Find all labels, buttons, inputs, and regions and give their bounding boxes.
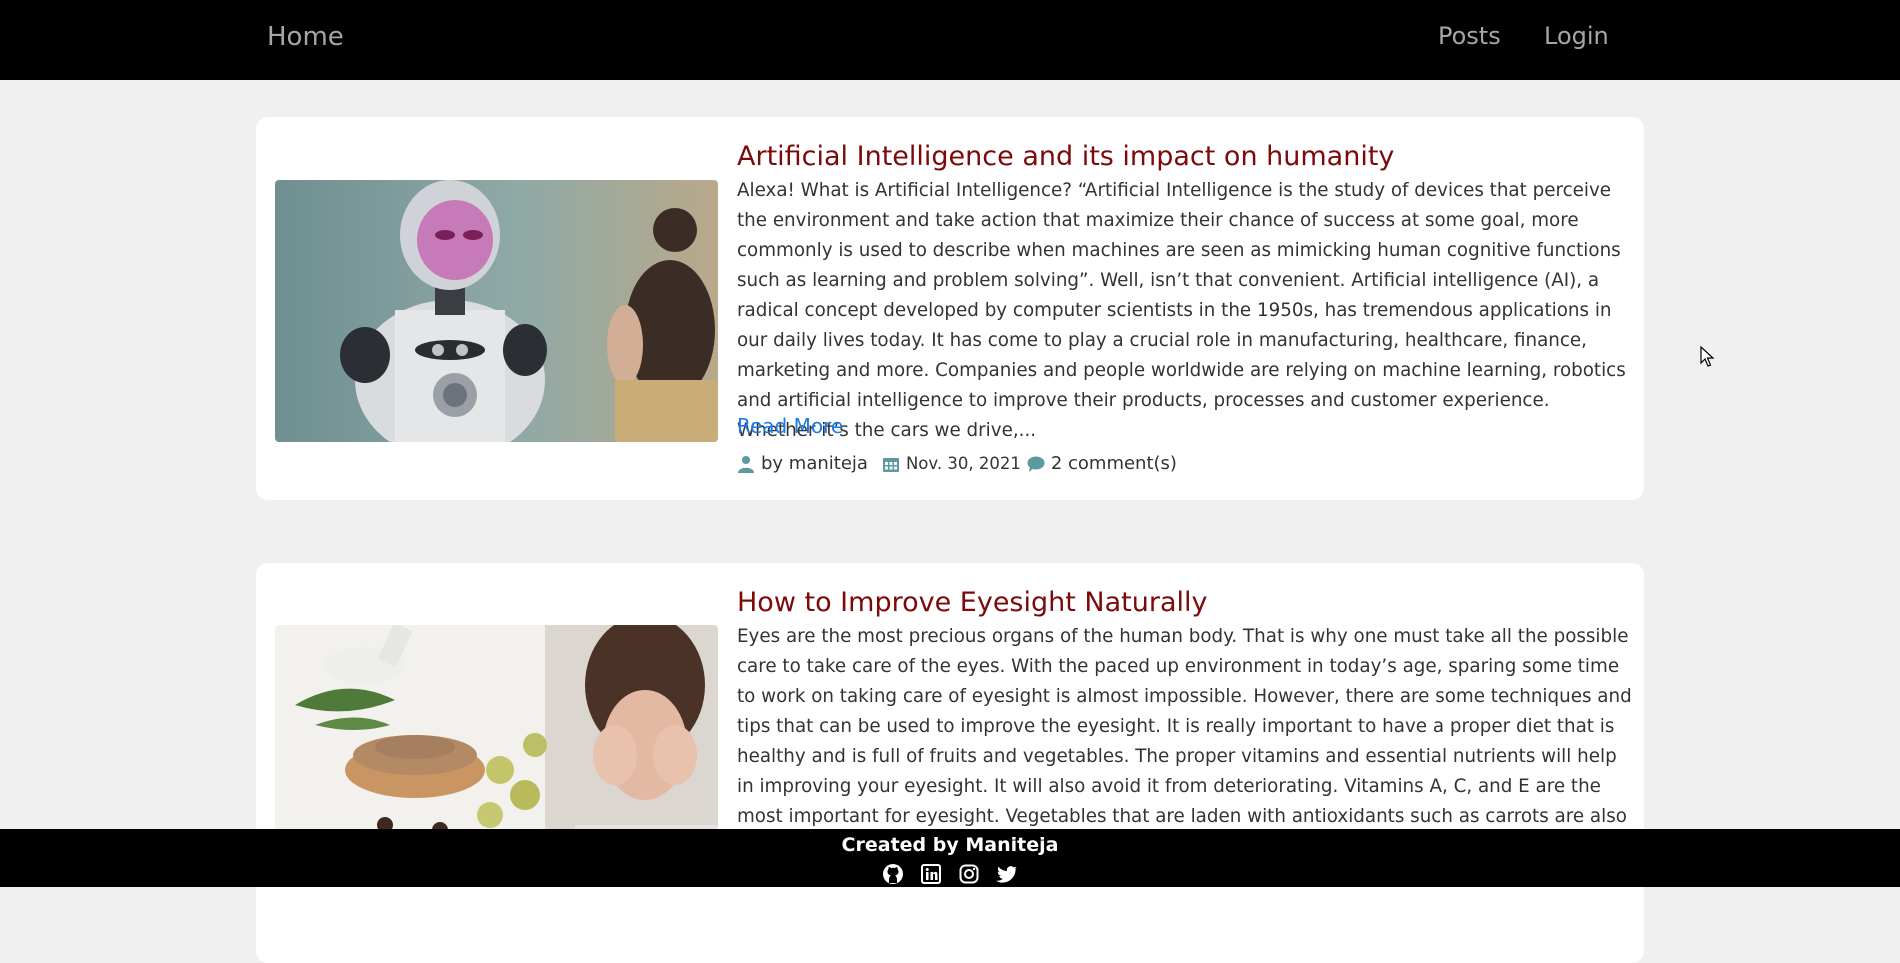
read-more-link[interactable]: Read More bbox=[737, 414, 843, 438]
top-navbar: Home Posts Login bbox=[0, 0, 1900, 80]
post-excerpt: Alexa! What is Artificial Intelligence? … bbox=[737, 180, 1626, 441]
mouse-cursor-icon bbox=[1700, 346, 1715, 367]
calendar-icon bbox=[882, 457, 899, 472]
post-thumbnail-robot[interactable] bbox=[275, 180, 718, 442]
footer: Created by Maniteja bbox=[0, 829, 1900, 887]
post-card: Artificial Intelligence and its impact o… bbox=[256, 117, 1644, 500]
post-excerpt: Eyes are the most precious organs of the… bbox=[737, 626, 1632, 857]
post-author: by maniteja bbox=[761, 453, 868, 474]
nav-login-link[interactable]: Login bbox=[1544, 22, 1609, 50]
comment-icon bbox=[1027, 456, 1045, 472]
github-icon[interactable] bbox=[882, 863, 904, 885]
post-card: How to Improve Eyesight Naturally Eyes a… bbox=[256, 563, 1644, 963]
nav-home-link[interactable]: Home bbox=[267, 22, 344, 52]
robot-image bbox=[275, 180, 718, 442]
post-date: Nov. 30, 2021 bbox=[905, 454, 1021, 473]
post-comment-count[interactable]: 2 comment(s) bbox=[1051, 453, 1177, 474]
post-title[interactable]: Artificial Intelligence and its impact o… bbox=[737, 141, 1394, 172]
footer-credit: Created by Maniteja bbox=[841, 834, 1059, 856]
social-links bbox=[882, 863, 1018, 885]
post-meta: by maniteja Nov. 30, 2021 2 comment(s) bbox=[737, 453, 1177, 474]
post-title[interactable]: How to Improve Eyesight Naturally bbox=[737, 587, 1207, 618]
instagram-icon[interactable] bbox=[958, 863, 980, 885]
linkedin-icon[interactable] bbox=[920, 863, 942, 885]
nav-posts-link[interactable]: Posts bbox=[1438, 22, 1501, 50]
twitter-icon[interactable] bbox=[996, 863, 1018, 885]
user-icon bbox=[738, 455, 754, 473]
